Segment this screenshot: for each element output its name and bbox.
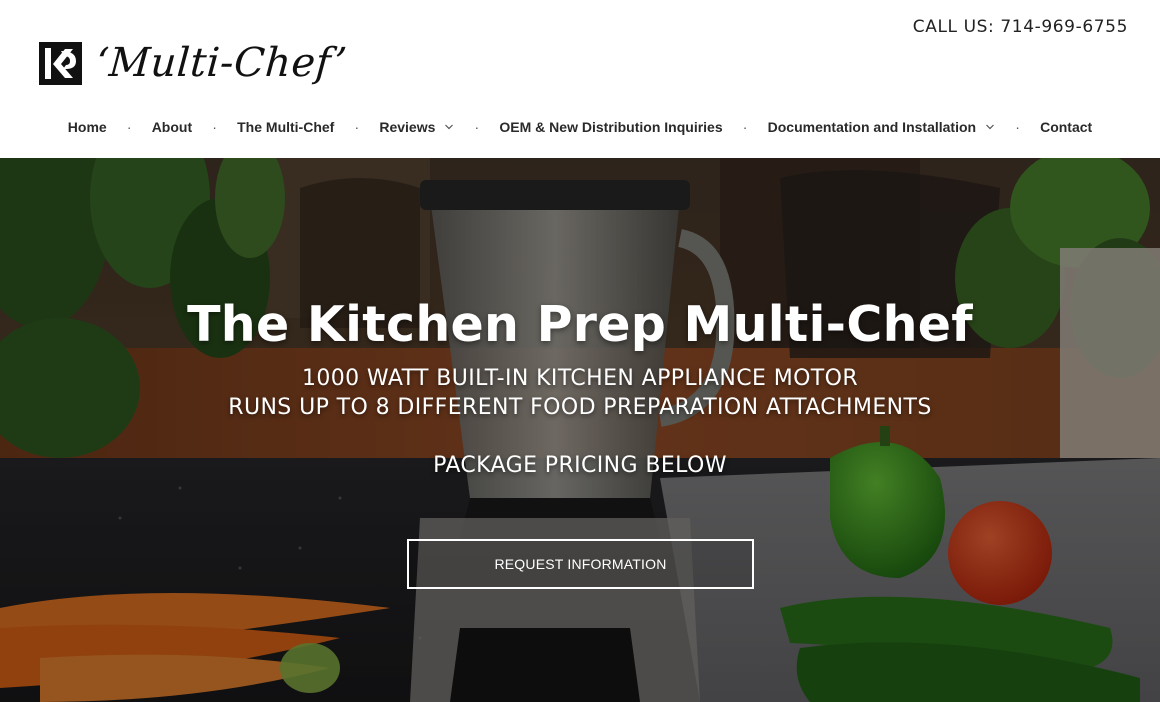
nav-item-about[interactable]: About <box>152 119 192 135</box>
nav-item-the-multi-chef[interactable]: The Multi-Chef <box>237 119 334 135</box>
hero-subtitle-line-2: RUNS UP TO 8 DIFFERENT FOOD PREPARATION … <box>228 395 932 420</box>
call-us-phone[interactable]: CALL US: 714-969-6755 <box>913 17 1128 37</box>
hero-pricing-note: PACKAGE PRICING BELOW <box>433 453 727 478</box>
hero-content: The Kitchen Prep Multi-Chef 1000 WATT BU… <box>0 158 1160 702</box>
hero-title: The Kitchen Prep Multi-Chef <box>187 296 973 353</box>
chevron-down-icon <box>986 124 995 130</box>
nav-separator: · <box>126 119 132 135</box>
hero-section: The Kitchen Prep Multi-Chef 1000 WATT BU… <box>0 158 1160 702</box>
nav-separator: · <box>212 119 217 135</box>
nav-item-documentation[interactable]: Documentation and Installation <box>768 119 995 135</box>
request-information-button[interactable]: REQUEST INFORMATION <box>407 539 754 589</box>
site-logo[interactable]: ‘Multi-Chef’ <box>39 40 349 86</box>
logo-text: ‘Multi-Chef’ <box>94 40 349 86</box>
kp-logo-icon <box>39 41 82 85</box>
nav-item-label: OEM & New Distribution Inquiries <box>499 119 723 135</box>
site-header: ‘Multi-Chef’ CALL US: 714-969-6755 Home … <box>0 0 1160 158</box>
nav-item-reviews[interactable]: Reviews <box>379 119 454 135</box>
hero-subtitle-line-1: 1000 WATT BUILT-IN KITCHEN APPLIANCE MOT… <box>301 366 859 391</box>
request-information-label: REQUEST INFORMATION <box>494 556 667 572</box>
main-nav: Home · About · The Multi-Chef · Reviews … <box>0 114 1160 140</box>
nav-item-label: About <box>151 119 193 135</box>
nav-item-label: Contact <box>1040 119 1093 135</box>
nav-item-label: The Multi-Chef <box>237 119 335 135</box>
nav-item-oem-inquiries[interactable]: OEM & New Distribution Inquiries <box>499 119 722 135</box>
chevron-down-icon <box>445 124 454 130</box>
nav-separator: · <box>354 119 360 135</box>
nav-item-contact[interactable]: Contact <box>1040 119 1092 135</box>
nav-item-label: Home <box>67 119 107 135</box>
nav-separator: · <box>1015 119 1020 135</box>
nav-separator: · <box>742 119 748 135</box>
nav-item-home[interactable]: Home <box>68 119 107 135</box>
nav-item-label: Documentation and Installation <box>767 119 977 135</box>
nav-item-label: Reviews <box>379 119 436 135</box>
nav-separator: · <box>474 119 480 135</box>
